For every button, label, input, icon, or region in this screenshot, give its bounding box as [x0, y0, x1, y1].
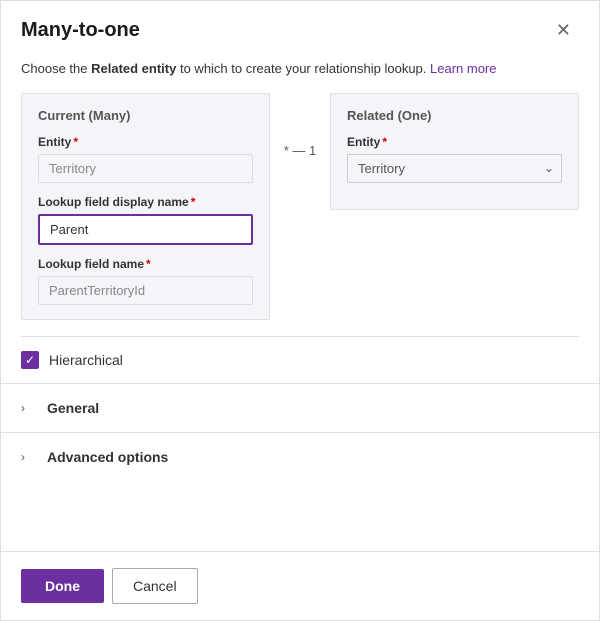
advanced-chevron-icon: › — [21, 450, 37, 464]
lookup-name-required-star: * — [146, 257, 151, 271]
learn-more-link[interactable]: Learn more — [430, 61, 496, 76]
done-button[interactable]: Done — [21, 569, 104, 603]
subtext-suffix: to which to create your relationship loo… — [176, 61, 426, 76]
dialog-title: Many-to-one — [21, 19, 140, 42]
subtext-prefix: Choose the — [21, 61, 91, 76]
close-button[interactable]: ✕ — [548, 17, 579, 43]
related-entity-required-star: * — [382, 135, 387, 149]
related-entity-label: Entity* — [347, 135, 562, 149]
relationship-area: Current (Many) Entity* Lookup field disp… — [1, 93, 599, 320]
cancel-button[interactable]: Cancel — [112, 568, 198, 604]
current-panel-label: Current (Many) — [38, 108, 253, 123]
many-to-one-dialog: Many-to-one ✕ Choose the Related entity … — [0, 0, 600, 621]
dialog-footer: Done Cancel — [1, 551, 599, 620]
dialog-header: Many-to-one ✕ — [1, 1, 599, 53]
related-entity-select[interactable]: Territory — [347, 154, 562, 183]
current-panel: Current (Many) Entity* Lookup field disp… — [21, 93, 270, 320]
current-entity-input[interactable] — [38, 154, 253, 183]
lookup-name-label: Lookup field name* — [38, 257, 253, 271]
connector-symbol: * — 1 — [284, 143, 317, 158]
general-section-header[interactable]: › General — [1, 384, 599, 432]
lookup-display-required-star: * — [191, 195, 196, 209]
checkmark-icon: ✓ — [25, 354, 35, 366]
lookup-display-input[interactable] — [38, 214, 253, 245]
lookup-display-label: Lookup field display name* — [38, 195, 253, 209]
general-section: › General — [1, 383, 599, 432]
advanced-section-title: Advanced options — [47, 449, 168, 465]
lookup-name-input[interactable] — [38, 276, 253, 305]
entity-required-star: * — [73, 135, 78, 149]
dialog-subtext: Choose the Related entity to which to cr… — [1, 53, 599, 93]
hierarchical-checkbox[interactable]: ✓ — [21, 351, 39, 369]
related-entity-wrapper: Territory ⌄ — [347, 154, 562, 183]
current-entity-label: Entity* — [38, 135, 253, 149]
general-chevron-icon: › — [21, 401, 37, 415]
hierarchical-row: ✓ Hierarchical — [1, 337, 599, 383]
hierarchical-label: Hierarchical — [49, 352, 123, 368]
subtext-bold: Related entity — [91, 61, 176, 76]
related-panel-label: Related (One) — [347, 108, 562, 123]
general-section-title: General — [47, 400, 99, 416]
spacer — [1, 481, 599, 552]
advanced-section-header[interactable]: › Advanced options — [1, 433, 599, 481]
advanced-section: › Advanced options — [1, 432, 599, 481]
connector-area: * — 1 — [270, 93, 330, 158]
related-panel: Related (One) Entity* Territory ⌄ — [330, 93, 579, 210]
